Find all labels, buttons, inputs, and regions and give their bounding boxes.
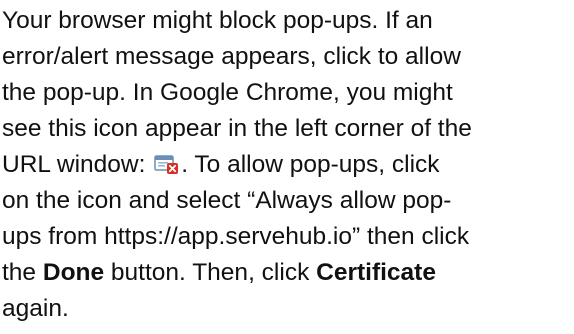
line-5-before-icon: URL window: [2, 151, 153, 178]
popup-blocked-icon [154, 153, 180, 175]
paragraph-line-1: Your browser might block pop-ups. If an [2, 7, 433, 34]
paragraph-line-4: see this icon appear in the left corner … [2, 115, 472, 142]
line-5-after-icon: . To allow pop-ups, click [181, 151, 440, 178]
instruction-paragraph: Your browser might block pop-ups. If an … [2, 3, 570, 327]
paragraph-line-5: URL window: . To allow pop-ups, click [2, 147, 570, 183]
paragraph-line-9: again. [2, 295, 69, 322]
paragraph-line-3: the pop-up. In Google Chrome, you might [2, 79, 453, 106]
paragraph-line-8: the Done button. Then, click Certificate [2, 255, 570, 291]
paragraph-line-7: ups from https://app.servehub.io” then c… [2, 223, 470, 250]
certificate-reference: Certificate [316, 259, 436, 286]
line-8-before: the [2, 259, 43, 286]
line-8-middle: button. Then, click [104, 259, 317, 286]
done-button-reference: Done [42, 259, 105, 286]
paragraph-line-2: error/alert message appears, click to al… [2, 43, 461, 70]
paragraph-line-6: on the icon and select “Always allow pop… [2, 187, 452, 214]
